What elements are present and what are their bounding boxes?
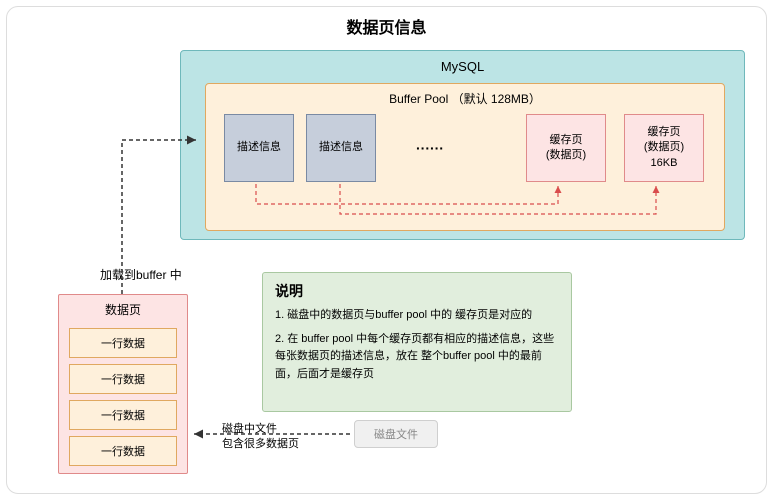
buffer-pool-box: Buffer Pool （默认 128MB） 描述信息 描述信息 ······ … (205, 83, 725, 231)
mysql-label: MySQL (181, 59, 744, 74)
ellipsis: ······ (416, 140, 444, 156)
data-page-box: 数据页 一行数据 一行数据 一行数据 一行数据 (58, 294, 188, 474)
data-row: 一行数据 (69, 328, 177, 358)
explanation-item-1: 1. 磁盘中的数据页与buffer pool 中的 缓存页是对应的 (275, 307, 559, 325)
data-row: 一行数据 (69, 400, 177, 430)
mysql-box: MySQL Buffer Pool （默认 128MB） 描述信息 描述信息 ·… (180, 50, 745, 240)
data-row: 一行数据 (69, 436, 177, 466)
disk-text-label: 磁盘中文件包含很多数据页 (222, 422, 299, 453)
explanation-item-2: 2. 在 buffer pool 中每个缓存页都有相应的描述信息，这些每张数据页… (275, 331, 559, 384)
disk-file-box: 磁盘文件 (354, 420, 438, 448)
explanation-title: 说明 (275, 281, 559, 301)
desc-info-box-2: 描述信息 (306, 114, 376, 182)
explanation-box: 说明 1. 磁盘中的数据页与buffer pool 中的 缓存页是对应的 2. … (262, 272, 572, 412)
cache-page-box-2: 缓存页(数据页)16KB (624, 114, 704, 182)
buffer-pool-label: Buffer Pool （默认 128MB） (206, 90, 724, 107)
data-row: 一行数据 (69, 364, 177, 394)
diagram-title: 数据页信息 (0, 14, 773, 38)
cache-page-box-1: 缓存页(数据页) (526, 114, 606, 182)
load-to-buffer-label: 加载到buffer 中 (100, 266, 182, 283)
desc-info-box-1: 描述信息 (224, 114, 294, 182)
data-page-title: 数据页 (59, 295, 187, 322)
